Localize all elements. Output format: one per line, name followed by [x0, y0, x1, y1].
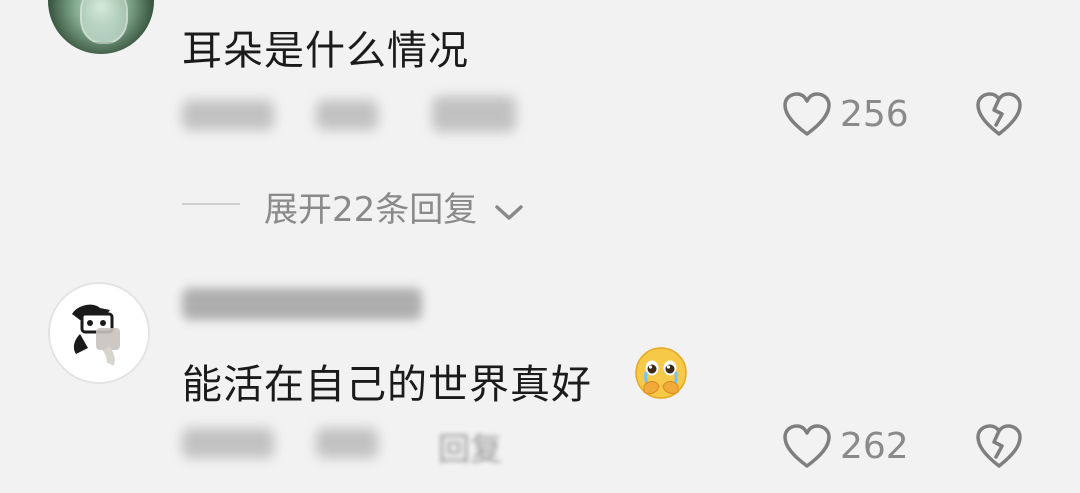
- heart-outline-icon: [783, 424, 831, 468]
- like-button[interactable]: [782, 92, 832, 138]
- reply-button-blurred[interactable]: [432, 96, 516, 132]
- comment-text: 能活在自己的世界真好: [182, 362, 592, 408]
- heart-outline-icon: [783, 92, 831, 136]
- comment-date-blurred: [182, 428, 274, 458]
- username-blurred[interactable]: [182, 288, 422, 320]
- commenter-avatar[interactable]: [48, 282, 150, 384]
- dislike-button[interactable]: [975, 424, 1023, 470]
- expand-replies-label: 展开22条回复: [264, 190, 478, 230]
- avatar-image: [50, 284, 148, 382]
- commenter-avatar[interactable]: [48, 0, 154, 54]
- comment-text: 耳朵是什么情况: [182, 28, 469, 74]
- avatar-image: [80, 0, 128, 44]
- expand-replies-button[interactable]: 展开22条回复: [264, 182, 524, 231]
- dislike-button[interactable]: [975, 92, 1023, 138]
- like-button[interactable]: [782, 424, 832, 470]
- broken-heart-icon: [976, 92, 1022, 136]
- comment-date-blurred: [182, 100, 274, 130]
- like-count: 256: [840, 94, 909, 135]
- comment-location-blurred: [316, 428, 378, 458]
- broken-heart-icon: [976, 424, 1022, 468]
- comment-location-blurred: [316, 100, 378, 130]
- like-count: 262: [840, 426, 909, 467]
- chevron-down-icon: [495, 204, 523, 220]
- replies-divider: [182, 203, 240, 205]
- reply-button[interactable]: 回复: [438, 424, 502, 470]
- pleading-face-emoji: [634, 346, 688, 400]
